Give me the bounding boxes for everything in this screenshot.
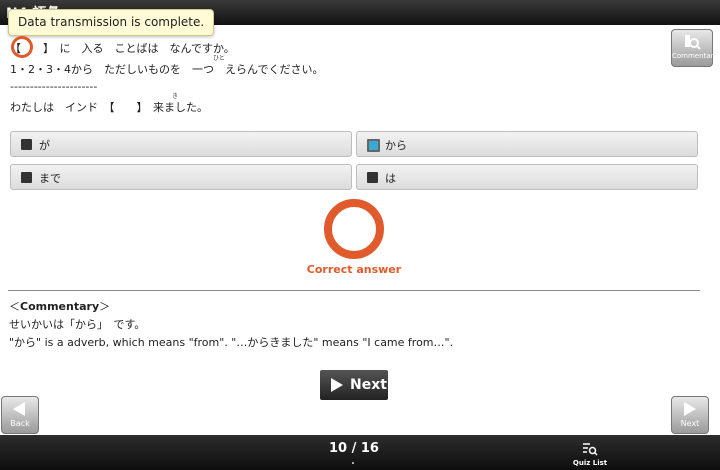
correct-circle-icon [324,199,384,259]
question-line-2: 1・2・3・4から ただしいものを 一つ えらんでください。 [10,63,324,76]
choice-4[interactable]: は [356,164,698,190]
next-button-label: Next [350,377,387,393]
choice-checkbox [367,172,378,183]
status-tooltip: Data transmission is complete. [8,9,215,36]
choice-checkbox-selected [367,139,380,152]
choice-2[interactable]: から [356,131,698,157]
choice-label: まで [39,172,61,185]
choice-label: から [385,139,407,152]
result-text: Correct answer [306,263,402,276]
bottom-bar: 10 / 16 Quiz List [0,435,720,470]
choice-label: が [39,139,50,152]
choice-1[interactable]: が [10,131,352,157]
next-button[interactable]: Next [320,370,388,400]
commentary-line-2: "から" is a adverb, which means "from". "…… [9,336,454,349]
next-nav-button[interactable]: Next [671,396,709,434]
page-counter: 10 / 16 [329,441,379,456]
quiz-list-label: Quiz List [572,459,608,467]
back-button[interactable]: Back [1,396,39,434]
question-separator: ---------------------- [10,80,98,93]
arrow-left-icon [13,402,25,416]
commentary-search-icon [685,35,701,50]
next-nav-button-label: Next [680,419,700,428]
page-dot [352,462,354,464]
question-line-1: 【 】 に 入る ことばは なんですか。 [10,42,235,55]
list-search-icon [583,443,598,456]
commentary-line-1: せいかいは「から」 です。 [9,318,146,331]
choice-checkbox [21,172,32,183]
commentary-heading-text: Commentary [20,300,100,313]
arrow-right-icon [684,402,696,416]
quiz-list-button[interactable]: Quiz List [570,439,610,469]
choice-3[interactable]: まで [10,164,352,190]
divider [8,290,700,291]
question-sentence: わたしは インド 【 】 来ました。 [10,101,208,114]
commentary-button[interactable]: Commentary [671,29,718,67]
back-button-label: Back [10,419,30,428]
commentary-heading: ＜Commentary＞ [9,300,111,313]
choice-label: は [385,172,396,185]
play-arrow-icon [331,378,343,392]
commentary-button-label: Commentary [672,52,718,60]
choice-checkbox [21,139,32,150]
